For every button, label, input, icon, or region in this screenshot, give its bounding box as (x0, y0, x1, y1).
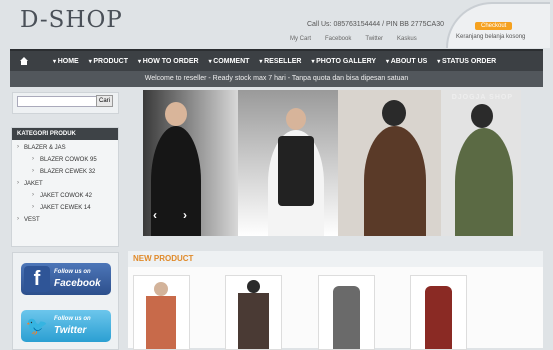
new-product-header: NEW PRODUCT (128, 251, 543, 268)
cart-status: Keranjang belanja kosong (456, 34, 526, 40)
slider-next-icon[interactable]: › (183, 208, 187, 222)
link-twitter[interactable]: Twitter (365, 36, 383, 42)
top-links: My Cart Facebook Twitter Kaskus (290, 36, 417, 42)
category-blazer-cowok[interactable]: BLAZER COWOK 95 (12, 154, 118, 166)
product-grid (128, 267, 543, 350)
slide-image-blazer (143, 90, 238, 236)
nav-photo-gallery[interactable]: PHOTO GALLERY (306, 51, 381, 73)
new-product-title: NEW PRODUCT (133, 254, 194, 263)
twitter-follow-button[interactable]: 🐦 Follow us on Twitter (21, 310, 111, 342)
facebook-icon: f (24, 266, 50, 292)
facebook-line1: Follow us on (54, 269, 91, 275)
facebook-line2: Facebook (54, 278, 101, 289)
category-vest[interactable]: VEST (12, 214, 118, 226)
checkout-button[interactable]: Checkout (475, 22, 513, 30)
category-title: KATEGORI PRODUK (12, 128, 118, 140)
slide-image-vest (238, 90, 338, 236)
slider-watermark: DJOGJA SHOP (451, 94, 513, 101)
link-facebook[interactable]: Facebook (325, 36, 351, 42)
nav-home[interactable]: HOME (48, 51, 84, 73)
twitter-line1: Follow us on (54, 316, 91, 322)
product-thumb-2[interactable] (225, 275, 282, 350)
home-icon[interactable] (19, 56, 29, 66)
news-ticker: Welcome to reseller - Ready stock max 7 … (10, 71, 543, 87)
slide-image-green-jacket (441, 90, 521, 236)
search-button[interactable]: Cari (96, 95, 114, 107)
nav-status-order[interactable]: STATUS ORDER (432, 51, 501, 73)
social-panel: f Follow us on Facebook 🐦 Follow us on T… (12, 252, 119, 350)
nav-comment[interactable]: COMMENT (204, 51, 255, 73)
site-logo[interactable]: D-SHOP (20, 7, 123, 33)
twitter-line2: Twitter (54, 325, 87, 336)
nav-reseller[interactable]: RESELLER (254, 51, 306, 73)
product-thumb-3[interactable] (318, 275, 375, 350)
category-jaket-cowok[interactable]: JAKET COWOK 42 (12, 190, 118, 202)
product-thumb-1[interactable] (133, 275, 190, 350)
search-input[interactable] (17, 96, 98, 107)
category-jaket-cewek[interactable]: JAKET CEWEK 14 (12, 202, 118, 214)
contact-info: Call Us: 085763154444 / PIN BB 2775CA30 (307, 21, 444, 28)
facebook-follow-button[interactable]: f Follow us on Facebook (21, 263, 111, 295)
category-jaket[interactable]: JAKET (12, 178, 118, 190)
main-nav: HOME PRODUCT HOW TO ORDER COMMENT RESELL… (10, 49, 543, 73)
nav-about-us[interactable]: ABOUT US (381, 51, 432, 73)
nav-how-to-order[interactable]: HOW TO ORDER (133, 51, 204, 73)
product-thumb-4[interactable] (410, 275, 467, 350)
link-my-cart[interactable]: My Cart (290, 36, 311, 42)
slider-prev-icon[interactable]: ‹ (153, 208, 157, 222)
slide-image-leather-jacket (338, 90, 441, 236)
category-panel: KATEGORI PRODUK BLAZER & JAS BLAZER COWO… (11, 127, 119, 247)
category-blazer-jas[interactable]: BLAZER & JAS (12, 142, 118, 154)
twitter-bird-icon: 🐦 (25, 316, 49, 336)
link-kaskus[interactable]: Kaskus (397, 36, 417, 42)
nav-product[interactable]: PRODUCT (84, 51, 133, 73)
image-slider[interactable]: DJOGJA SHOP ‹ › (143, 90, 521, 236)
category-blazer-cewek[interactable]: BLAZER CEWEK 32 (12, 166, 118, 178)
